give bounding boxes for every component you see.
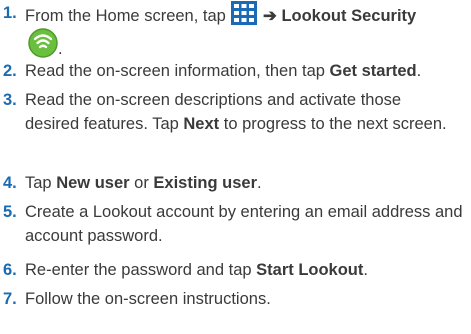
step-number: 4.	[3, 174, 17, 192]
step-number: 2.	[3, 62, 17, 80]
step-text: Re-enter the password and tap Start Look…	[25, 261, 368, 279]
step-text: From the Home screen, tap ➔ Lookout Secu…	[25, 1, 469, 61]
step-number: 3.	[3, 91, 17, 109]
step-text: Follow the on-screen instructions.	[25, 290, 271, 308]
step-text: Read the on-screen descriptions and acti…	[25, 91, 447, 133]
step-number: 7.	[3, 290, 17, 308]
apps-grid-icon	[231, 1, 258, 25]
step-text: Read the on-screen information, then tap…	[25, 62, 422, 80]
step-number: 5.	[3, 203, 17, 221]
step-text: Tap New user or Existing user.	[25, 174, 262, 192]
step-text: Create a Lookout account by entering an …	[25, 203, 463, 245]
step-number: 1.	[3, 4, 17, 22]
lookout-shield-icon	[28, 28, 58, 58]
step-number: 6.	[3, 261, 17, 279]
